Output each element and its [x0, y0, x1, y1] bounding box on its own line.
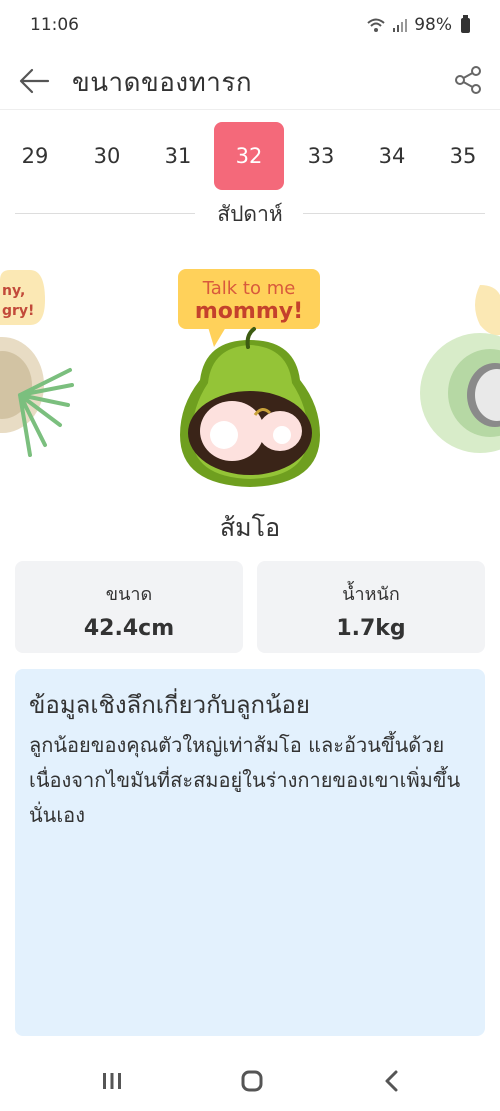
page-title: ขนาดของทารก: [72, 68, 253, 98]
back-nav-icon[interactable]: [372, 1063, 412, 1099]
week-31[interactable]: 31: [143, 122, 213, 190]
previous-fruit-image: ny, gry!: [0, 270, 74, 457]
size-card: ขนาด 42.4cm: [15, 561, 243, 653]
size-value: 42.4cm: [83, 616, 175, 641]
left-bubble-line2: gry!: [2, 303, 34, 319]
week-33[interactable]: 33: [286, 122, 356, 190]
baby-insight-card: ข้อมูลเชิงลึกเกี่ยวกับลูกน้อย ลูกน้อยของ…: [15, 669, 485, 1036]
pomelo-image: [180, 327, 320, 487]
week-34[interactable]: 34: [357, 122, 427, 190]
battery-icon: [461, 14, 470, 33]
share-icon[interactable]: [452, 64, 484, 96]
signal-icon: [393, 19, 408, 32]
recent-apps-icon[interactable]: [92, 1063, 132, 1099]
home-icon[interactable]: [232, 1063, 272, 1099]
weight-value: 1.7kg: [336, 616, 406, 641]
fruit-carousel[interactable]: ny, gry! Talk to me mommy!: [0, 255, 500, 505]
week-label: สัปดาห์: [217, 202, 283, 226]
speech-line2: mommy!: [195, 299, 303, 324]
size-label: ขนาด: [105, 584, 153, 605]
week-label-row: สัปดาห์: [0, 198, 500, 228]
insight-body: ลูกน้อยของคุณตัวใหญ่เท่าส้มโอ และอ้วนขึ้…: [29, 733, 461, 827]
week-30[interactable]: 30: [72, 122, 142, 190]
app-bar: ขนาดของทารก: [0, 50, 500, 110]
week-32-selected[interactable]: 32: [214, 122, 284, 190]
wifi-icon: [367, 18, 385, 32]
status-bar: 11:06 98%: [0, 0, 500, 50]
weight-label: น้ำหนัก: [342, 584, 400, 605]
status-icons: 98%: [366, 14, 470, 35]
week-29[interactable]: 29: [0, 122, 70, 190]
fruit-illustration: ny, gry! Talk to me mommy!: [0, 269, 500, 487]
left-bubble-line1: ny,: [2, 283, 25, 299]
system-nav-bar: [0, 1049, 500, 1111]
week-35[interactable]: 35: [428, 122, 498, 190]
next-fruit-image: [420, 285, 500, 453]
speech-line1: Talk to me: [202, 278, 296, 299]
fruit-name: ส้มโอ: [219, 513, 281, 542]
back-arrow-icon[interactable]: [16, 63, 52, 99]
week-selector: 29 30 31 32 33 34 35: [0, 118, 500, 194]
battery-percent: 98%: [414, 15, 452, 35]
status-time: 11:06: [30, 15, 79, 35]
weight-card: น้ำหนัก 1.7kg: [257, 561, 485, 653]
insight-title: ข้อมูลเชิงลึกเกี่ยวกับลูกน้อย: [29, 691, 310, 719]
